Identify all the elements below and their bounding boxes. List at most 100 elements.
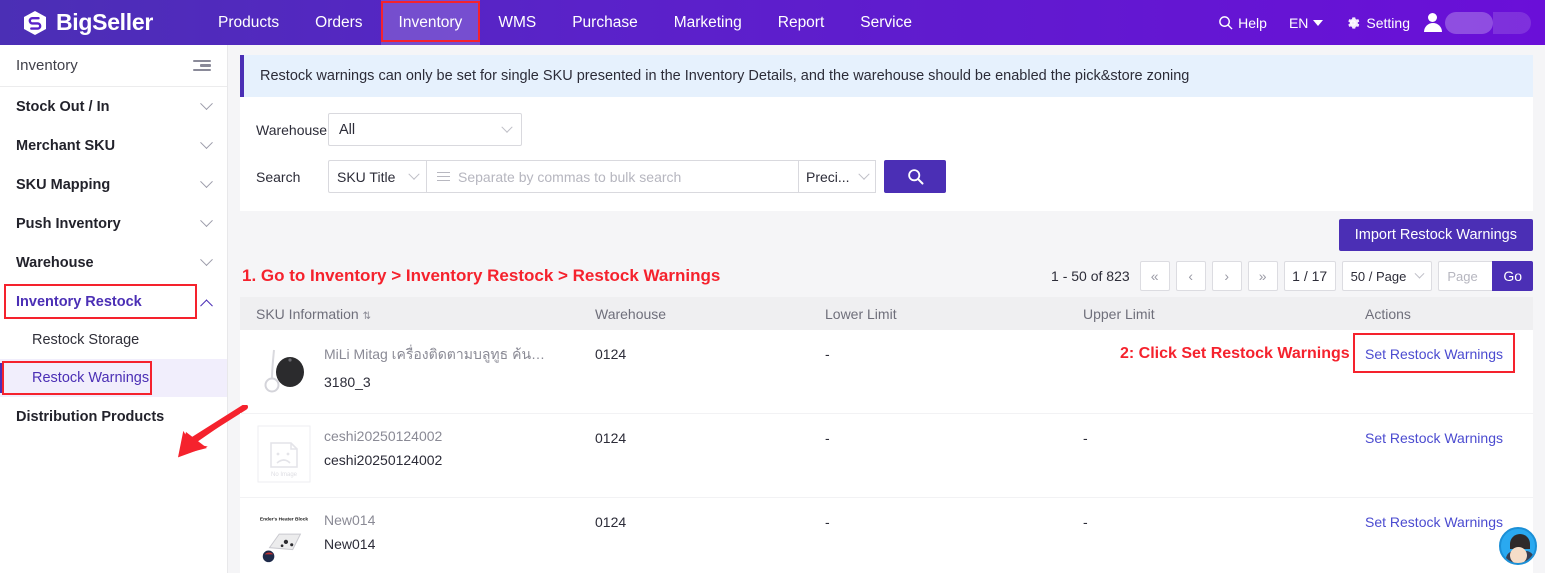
svg-text:Ender's Heater Block: Ender's Heater Block [260, 517, 309, 523]
sidebar-item-merchant-sku[interactable]: Merchant SKU [0, 126, 227, 165]
help-label: Help [1238, 14, 1267, 31]
cell-actions: Set Restock Warnings [1365, 426, 1533, 448]
sku-texts: MiLi Mitag เครื่องติดตามบลูทูธ ค้นหา... … [324, 342, 554, 390]
chevron-down-icon [1414, 268, 1425, 279]
sidebar-item-restock-storage[interactable]: Restock Storage [0, 321, 227, 359]
search-button[interactable] [884, 160, 946, 193]
sidebar-item-warehouse[interactable]: Warehouse [0, 243, 227, 282]
sidebar-label: Stock Out / In [16, 98, 110, 115]
last-page-button[interactable]: » [1247, 261, 1278, 291]
table-header-row: SKU Information ⇅ Warehouse Lower Limit … [240, 297, 1533, 330]
sidebar-item-stock-out-in[interactable]: Stock Out / In [0, 87, 227, 126]
restock-warnings-table: SKU Information ⇅ Warehouse Lower Limit … [240, 297, 1533, 573]
search-input[interactable] [458, 168, 788, 185]
set-restock-warnings-link[interactable]: Set Restock Warnings [1365, 426, 1503, 446]
username-blurred [1445, 11, 1493, 34]
user-avatar[interactable] [1423, 11, 1535, 34]
sidebar-label: Push Inventory [16, 215, 121, 232]
sku-code: 3180_3 [324, 374, 371, 390]
sort-arrows-icon[interactable]: ⇅ [363, 311, 371, 322]
pagination-row: 1. Go to Inventory > Inventory Restock >… [240, 259, 1533, 297]
cell-upper-limit: - [1083, 514, 1088, 530]
nav-item-inventory[interactable]: Inventory [380, 0, 481, 45]
bulk-search-icon[interactable] [437, 171, 450, 182]
sidebar-label: SKU Mapping [16, 176, 111, 193]
gear-icon [1348, 16, 1360, 29]
cell-lower-limit: - [825, 514, 830, 530]
cell-lower-limit: - [825, 346, 830, 362]
cell-sku-information: MiLi Mitag เครื่องติดตามบลูทูธ ค้นหา... … [240, 342, 595, 398]
sidebar-item-sku-mapping[interactable]: SKU Mapping [0, 165, 227, 204]
sidebar-label: Distribution Products [16, 408, 165, 425]
table-row: Ender's Heater Block New014 New014 0124 … [240, 498, 1533, 573]
page-jump-input[interactable] [1438, 261, 1493, 291]
sidebar-item-distribution-products[interactable]: Distribution Products [0, 397, 227, 436]
collapse-sidebar-icon[interactable] [193, 59, 211, 72]
sku-title: ceshi20250124002 [324, 428, 443, 444]
warehouse-label: Warehouse [256, 121, 328, 138]
bigseller-logo-icon [24, 10, 46, 35]
sku-title: New014 [324, 512, 376, 528]
sidebar-header: Inventory [0, 45, 227, 87]
search-input-wrapper [426, 160, 799, 193]
setting-button[interactable]: Setting [1336, 0, 1419, 45]
prev-page-button[interactable]: ‹ [1175, 261, 1206, 291]
table-row: No Image ceshi20250124002 ceshi202501240… [240, 414, 1533, 498]
nav-item-products[interactable]: Products [200, 0, 297, 45]
customer-service-chat-button[interactable] [1499, 527, 1537, 565]
product-thumbnail [256, 342, 312, 398]
brand-logo[interactable]: BigSeller [0, 9, 200, 36]
sidebar-label: Merchant SKU [16, 137, 116, 154]
nav-item-service[interactable]: Service [842, 0, 930, 45]
table-toolbar: Import Restock Warnings [240, 211, 1533, 259]
nav-item-report[interactable]: Report [760, 0, 843, 45]
user-avatar-icon [1423, 12, 1443, 33]
sidebar-item-inventory-restock[interactable]: Inventory Restock [0, 282, 227, 321]
warehouse-value: All [339, 121, 356, 138]
column-header-upper-limit: Upper Limit [1083, 305, 1155, 322]
chevron-down-icon [1313, 19, 1324, 26]
chevron-up-icon [200, 299, 213, 313]
sidebar-item-push-inventory[interactable]: Push Inventory [0, 204, 227, 243]
go-button[interactable]: Go [1492, 261, 1533, 291]
product-thumbnail: Ender's Heater Block [256, 510, 312, 566]
sidebar-item-restock-warnings[interactable]: Restock Warnings [0, 359, 227, 397]
set-restock-warnings-link[interactable]: Set Restock Warnings [1365, 510, 1503, 530]
search-label: Search [256, 168, 301, 185]
pagination-controls: 1 - 50 of 823 « ‹ › » 1 / 17 50 / Page G… [1051, 261, 1533, 291]
precision-value: Preci... [806, 168, 850, 185]
chevron-down-icon [200, 214, 213, 228]
sku-code: New014 [324, 536, 376, 552]
column-header-sku-information[interactable]: SKU Information ⇅ [240, 306, 595, 322]
column-label: SKU Information [256, 305, 359, 322]
cell-warehouse: 0124 [595, 514, 627, 530]
setting-label: Setting [1366, 14, 1410, 31]
nav-item-marketing[interactable]: Marketing [656, 0, 760, 45]
nav-item-wms[interactable]: WMS [480, 0, 554, 45]
precision-select[interactable]: Preci... [799, 160, 876, 193]
next-page-button[interactable]: › [1211, 261, 1242, 291]
first-page-button[interactable]: « [1139, 261, 1170, 291]
chevron-down-icon [858, 168, 870, 180]
chevron-down-icon [408, 168, 420, 180]
search-icon [907, 169, 924, 185]
page-jump-group: Go [1438, 261, 1533, 291]
nav-item-orders[interactable]: Orders [297, 0, 380, 45]
column-header-warehouse: Warehouse [595, 305, 667, 322]
language-selector[interactable]: EN [1280, 0, 1332, 45]
cell-sku-information: No Image ceshi20250124002 ceshi202501240… [240, 425, 595, 483]
search-field-select[interactable]: SKU Title [328, 160, 426, 193]
page-size-select[interactable]: 50 / Page [1341, 261, 1433, 291]
warehouse-select[interactable]: All [328, 113, 522, 146]
chevron-down-icon [501, 121, 513, 133]
page-size-value: 50 / Page [1350, 268, 1407, 284]
help-button[interactable]: Help [1209, 0, 1276, 45]
search-icon [1219, 16, 1233, 30]
set-restock-warnings-wrapper: 2: Click Set Restock Warnings Set Restoc… [1120, 333, 1515, 373]
import-restock-warnings-button[interactable]: Import Restock Warnings [1338, 219, 1533, 251]
set-restock-warnings-link[interactable]: Set Restock Warnings [1365, 342, 1503, 362]
no-image-placeholder: No Image [257, 425, 311, 483]
nav-right-actions: Help EN Setting [1209, 0, 1545, 45]
nav-item-purchase[interactable]: Purchase [554, 0, 655, 45]
bluetooth-tracker-photo [264, 349, 304, 393]
